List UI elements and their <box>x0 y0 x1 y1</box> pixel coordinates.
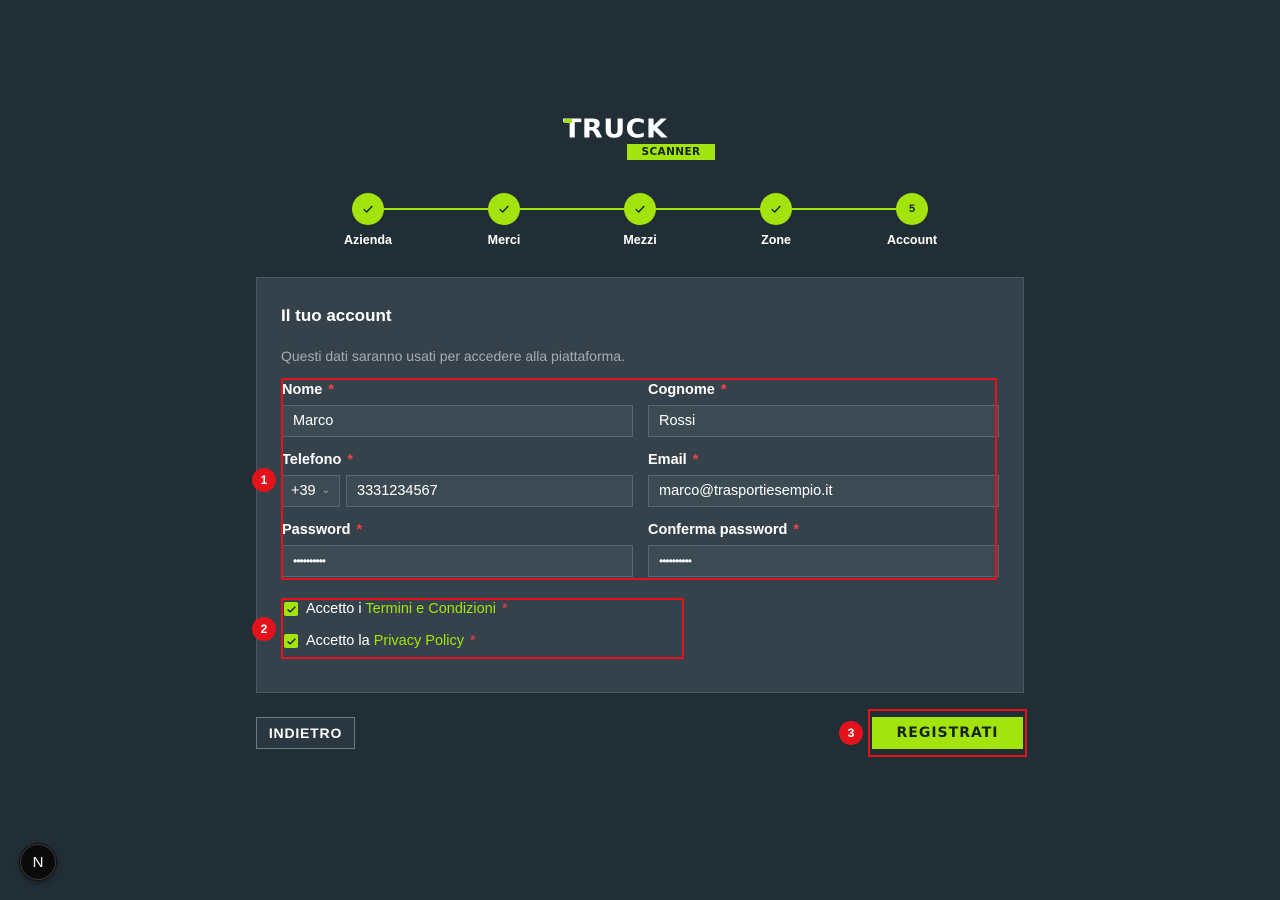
step-label: Account <box>887 233 937 247</box>
checkmark-icon <box>499 205 509 213</box>
form-title: Il tuo account <box>281 306 392 325</box>
checkmark-icon <box>363 205 373 213</box>
progress-stepper: Azienda Merci Mezzi Zone 5 Account <box>0 0 1280 260</box>
step-number: 5 <box>896 193 928 225</box>
annotation-badge: 1 <box>252 468 276 492</box>
annotation-highlight-register <box>868 709 1027 757</box>
step-account: 5 Account <box>872 193 952 247</box>
checkmark-icon <box>635 205 645 213</box>
step-completed-indicator <box>624 193 656 225</box>
annotation-badge: 2 <box>252 617 276 641</box>
annotation-badge: 3 <box>839 721 863 745</box>
nextjs-dev-indicator-button[interactable]: N <box>20 844 56 880</box>
form-subtitle: Questi dati saranno usati per accedere a… <box>281 348 625 364</box>
step-label: Azienda <box>344 233 392 247</box>
checkmark-icon <box>771 205 781 213</box>
step-label: Mezzi <box>623 233 657 247</box>
step-merci: Merci <box>464 193 544 247</box>
step-completed-indicator <box>488 193 520 225</box>
step-zone: Zone <box>736 193 816 247</box>
page: TRUCK SCANNER Azienda Merci Mezzi Zone 5… <box>0 0 1280 900</box>
step-label: Merci <box>487 233 521 247</box>
step-completed-indicator <box>760 193 792 225</box>
annotation-highlight-fields <box>281 378 997 580</box>
step-azienda: Azienda <box>328 193 408 247</box>
step-label: Zone <box>761 233 791 247</box>
annotation-highlight-consents <box>281 598 684 659</box>
step-mezzi: Mezzi <box>600 193 680 247</box>
back-button[interactable]: INDIETRO <box>256 717 355 749</box>
step-completed-indicator <box>352 193 384 225</box>
